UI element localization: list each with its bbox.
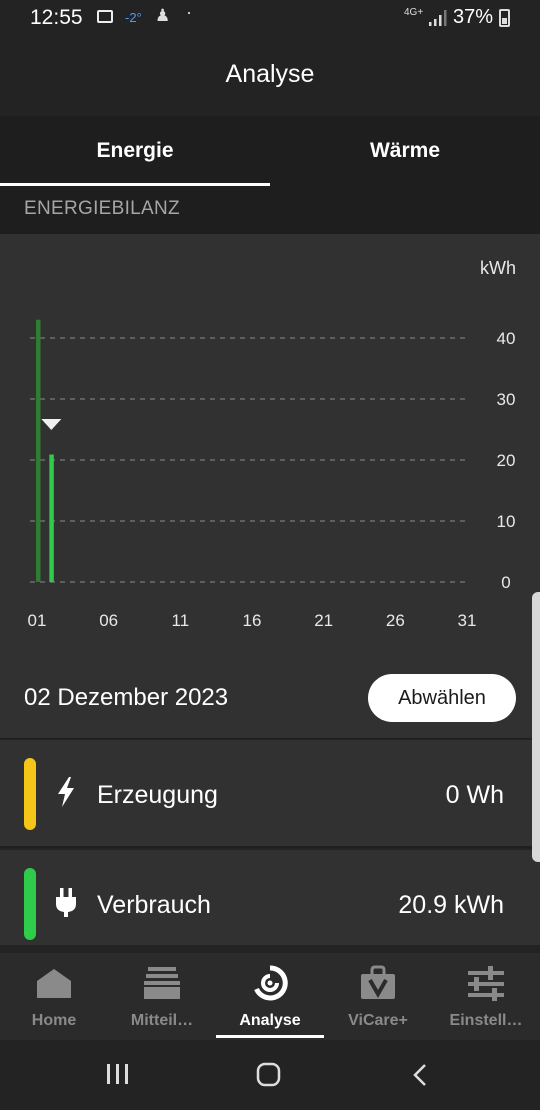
y-tick-label: 20 bbox=[497, 451, 516, 470]
x-tick-label: 26 bbox=[386, 611, 405, 630]
network-type: 4G+ bbox=[404, 7, 424, 18]
y-tick-label: 30 bbox=[497, 390, 516, 409]
app-header: Analyse bbox=[0, 38, 540, 116]
nav-label-home: Home bbox=[31, 1012, 77, 1029]
generation-label: Erzeugung bbox=[97, 781, 218, 809]
battery-icon bbox=[499, 9, 510, 27]
y-tick-label: 40 bbox=[497, 329, 516, 348]
system-navigation-bar bbox=[0, 1040, 540, 1110]
notification-icon: ♟ bbox=[155, 6, 171, 25]
consumption-label: Verbrauch bbox=[97, 891, 211, 919]
selected-date: 02 Dezember 2023 bbox=[24, 684, 229, 711]
x-tick-label: 21 bbox=[314, 611, 333, 630]
y-axis-unit: kWh bbox=[480, 258, 516, 278]
tab-bar: Energie Wärme bbox=[0, 116, 540, 186]
analysis-icon bbox=[254, 965, 288, 1001]
status-time: 12:55 bbox=[30, 6, 83, 29]
sliders-icon bbox=[468, 966, 504, 1001]
tab-energie[interactable]: Energie bbox=[0, 116, 270, 186]
deselect-button[interactable]: Abwählen bbox=[368, 674, 516, 722]
selected-date-row: 02 Dezember 2023 Abwählen bbox=[0, 664, 540, 739]
x-tick-label: 01 bbox=[28, 611, 47, 630]
chart-bar-day-2 bbox=[49, 454, 54, 582]
nav-messages[interactable]: Mitteil… bbox=[108, 953, 216, 1040]
status-bar: 12:55 -2° ♟ · 4G+ 37% bbox=[0, 0, 540, 38]
generation-value: 0 Wh bbox=[445, 781, 504, 809]
selection-marker bbox=[41, 419, 62, 430]
signal-icon bbox=[429, 10, 447, 26]
consumption-row[interactable]: Verbrauch 20.9 kWh bbox=[0, 850, 540, 945]
page-title: Analyse bbox=[225, 60, 315, 88]
back-icon[interactable] bbox=[410, 1062, 430, 1088]
nav-settings[interactable]: Einstell… bbox=[432, 953, 540, 1040]
nav-label-settings: Einstell… bbox=[449, 1012, 523, 1029]
nav-vicare-plus[interactable]: ViCare+ bbox=[324, 953, 432, 1040]
x-tick-label: 16 bbox=[243, 611, 262, 630]
recent-apps-icon[interactable] bbox=[105, 1062, 131, 1086]
nav-analyse[interactable]: Analyse bbox=[216, 953, 324, 1040]
status-temperature: -2° bbox=[125, 10, 142, 25]
image-icon bbox=[97, 10, 113, 23]
nav-label-messages: Mitteil… bbox=[130, 1012, 194, 1029]
inbox-icon bbox=[144, 967, 180, 999]
x-tick-label: 11 bbox=[172, 611, 190, 630]
scrollbar[interactable] bbox=[532, 592, 540, 862]
active-nav-indicator bbox=[216, 1035, 324, 1038]
section-title: ENERGIEBILANZ bbox=[24, 198, 180, 219]
x-tick-label: 06 bbox=[99, 611, 118, 630]
generation-color-indicator bbox=[24, 758, 36, 830]
lightning-icon bbox=[58, 777, 74, 807]
energy-chart-panel[interactable]: kWh 0 10 20 30 40 01 06 11 16 21 26 31 bbox=[0, 234, 540, 664]
consumption-color-indicator bbox=[24, 868, 36, 940]
home-icon bbox=[37, 969, 71, 998]
nav-home[interactable]: Home bbox=[0, 953, 108, 1040]
section-header: ENERGIEBILANZ bbox=[0, 186, 540, 234]
x-tick-label: 31 bbox=[458, 611, 477, 630]
battery-percent: 37% bbox=[453, 6, 494, 28]
nav-label-vicare-plus: ViCare+ bbox=[348, 1012, 408, 1029]
chart-bar-day-1 bbox=[36, 319, 41, 582]
dot-icon: · bbox=[186, 2, 192, 22]
tab-waerme[interactable]: Wärme bbox=[270, 116, 540, 186]
home-button-icon[interactable] bbox=[255, 1062, 283, 1088]
bottom-navigation: Home Mitteil… Analyse ViCare+ Einstell… bbox=[0, 953, 540, 1040]
y-tick-label: 0 bbox=[501, 573, 510, 592]
plug-icon bbox=[56, 888, 76, 917]
shopping-bag-icon bbox=[361, 965, 395, 999]
energy-chart[interactable]: kWh 0 10 20 30 40 01 06 11 16 21 26 31 bbox=[0, 234, 540, 664]
nav-label-analyse: Analyse bbox=[239, 1012, 301, 1029]
consumption-value: 20.9 kWh bbox=[398, 891, 504, 919]
generation-row[interactable]: Erzeugung 0 Wh bbox=[0, 740, 540, 848]
y-tick-label: 10 bbox=[497, 512, 516, 531]
